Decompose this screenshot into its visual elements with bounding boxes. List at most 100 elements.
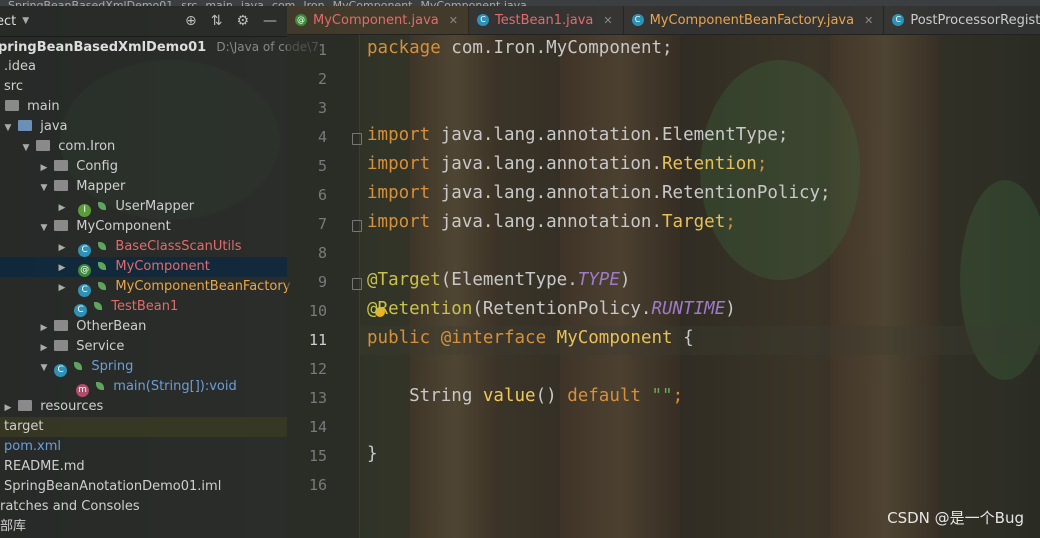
tree-item-class[interactable]: ▶ C MyComponentBeanFactory [0, 277, 290, 298]
code-line[interactable]: import java.lang.annotation.Retention; [367, 154, 767, 174]
spring-bean-icon [96, 382, 105, 390]
tree-item-package[interactable]: ▼ MyComponent [0, 217, 287, 237]
background-tree-trunk [830, 0, 940, 538]
tree-item-idea[interactable]: .idea [0, 57, 287, 77]
chevron-right-icon[interactable]: ▶ [56, 238, 68, 258]
tree-item-resources[interactable]: ▶ resources [0, 397, 287, 417]
project-panel-header: ect ▼ ⊕ ⇅ ⚙ — [0, 6, 287, 37]
tab-testbean1[interactable]: C TestBean1.java ✕ [469, 6, 624, 34]
class-icon: C [631, 14, 644, 26]
package-icon [54, 340, 69, 351]
tree-item-file[interactable]: README.md [0, 457, 287, 477]
chevron-right-icon[interactable]: ▶ [38, 158, 50, 178]
chevron-down-icon[interactable]: ▼ [38, 358, 50, 378]
line-number: 2 [317, 70, 327, 88]
annotation-icon: @ [295, 14, 307, 26]
project-panel-title[interactable]: ect [0, 14, 16, 29]
class-icon: C [78, 244, 92, 257]
chevron-right-icon[interactable]: ▶ [38, 318, 50, 338]
class-icon: C [892, 14, 905, 26]
line-number: 5 [317, 157, 327, 175]
collapse-icon[interactable]: ⇅ [211, 13, 223, 29]
code-line[interactable]: package com.Iron.MyComponent; [367, 38, 673, 58]
tab-mycomponent[interactable]: @ MyComponent.java ✕ [287, 6, 469, 34]
chevron-right-icon[interactable]: ▶ [38, 338, 50, 358]
class-icon: C [54, 364, 68, 377]
chevron-down-icon[interactable]: ▼ [22, 16, 29, 26]
code-line[interactable]: @Target(ElementType.TYPE) [367, 270, 630, 290]
chevron-down-icon[interactable]: ▼ [20, 138, 32, 158]
tree-item-package[interactable]: ▼ com.Iron [0, 137, 287, 157]
tree-item-method[interactable]: m main(String[]):void [0, 377, 287, 397]
line-number: 15 [308, 447, 327, 465]
chevron-down-icon[interactable]: ▼ [2, 118, 14, 138]
fold-marker-icon[interactable] [352, 133, 362, 145]
package-icon [36, 140, 51, 151]
chevron-right-icon[interactable]: ▶ [2, 398, 14, 418]
tree-item-package[interactable]: ▼ Mapper [0, 177, 287, 197]
chevron-right-icon[interactable]: ▶ [56, 258, 68, 278]
code-line[interactable]: import java.lang.annotation.Target; [367, 212, 736, 232]
code-line[interactable]: } [367, 444, 378, 464]
close-icon[interactable]: ✕ [603, 14, 612, 27]
method-icon: m [76, 384, 89, 397]
chevron-right-icon[interactable]: ▶ [56, 278, 68, 298]
tree-item-class[interactable]: C TestBean1 [0, 297, 287, 317]
code-line[interactable]: import java.lang.annotation.ElementType; [367, 125, 788, 145]
tab-postprocessorregistration[interactable]: C PostProcessorRegistrationDelega [884, 6, 1040, 34]
line-number: 1 [317, 41, 327, 59]
editor-tabs: @ MyComponent.java ✕ C TestBean1.java ✕ … [287, 6, 1040, 35]
chevron-down-icon[interactable]: ▼ [38, 218, 50, 238]
class-icon: C [476, 14, 489, 26]
folder-icon [18, 400, 33, 411]
fold-marker-icon[interactable] [352, 220, 362, 232]
tree-item-package[interactable]: ▶ Service [0, 337, 287, 357]
code-line[interactable]: @Retention(RetentionPolicy.RUNTIME) [367, 299, 736, 319]
line-number: 10 [308, 302, 327, 320]
tree-item-scratches[interactable]: ratches and Consoles [0, 497, 287, 517]
code-line-current[interactable]: public @interface MyComponent { [367, 328, 694, 348]
folder-icon [18, 120, 33, 131]
minimize-icon[interactable]: — [263, 13, 277, 29]
code-line[interactable]: String value() default ""; [367, 386, 683, 406]
line-number: 8 [317, 244, 327, 262]
line-number-current: 11 [308, 331, 327, 349]
line-number: 13 [308, 389, 327, 407]
tree-item-src[interactable]: src [0, 77, 287, 97]
background-tree-trunk [410, 0, 500, 538]
chevron-right-icon[interactable]: ▶ [56, 198, 68, 218]
line-number: 16 [308, 476, 327, 494]
interface-icon: I [78, 204, 92, 217]
code-line[interactable]: import java.lang.annotation.RetentionPol… [367, 183, 831, 203]
tree-item-module[interactable]: pringBeanBasedXmlDemo01 D:\Java of code\… [0, 37, 323, 57]
tree-item-main[interactable]: main [0, 97, 287, 117]
line-number: 12 [308, 360, 327, 378]
folder-icon [5, 100, 19, 111]
tree-item-package[interactable]: ▶ OtherBean [0, 317, 287, 337]
tab-mycomponentbeanfactory[interactable]: C MyComponentBeanFactory.java ✕ [624, 6, 885, 34]
tree-item-external-libraries[interactable]: 部库 [0, 517, 287, 537]
line-number: 7 [317, 215, 327, 233]
tree-item-class[interactable]: ▼ C Spring [0, 357, 287, 377]
package-icon [54, 220, 69, 231]
tree-item-interface[interactable]: ▶ I UserMapper [0, 197, 287, 217]
gear-icon[interactable]: ⚙ [236, 13, 249, 29]
close-icon[interactable]: ✕ [864, 14, 873, 27]
line-number: 9 [317, 273, 327, 291]
tree-item-file[interactable]: SpringBeanAnotationDemo01.iml [0, 477, 287, 497]
fold-marker-icon[interactable] [352, 278, 362, 290]
close-icon[interactable]: ✕ [449, 14, 458, 27]
project-panel: ect ▼ ⊕ ⇅ ⚙ — pringBeanBasedXmlDemo01 D:… [0, 6, 323, 538]
spring-bean-icon [74, 362, 83, 370]
tree-item-file[interactable]: pom.xml [0, 437, 287, 457]
target-icon[interactable]: ⊕ [185, 13, 197, 29]
chevron-down-icon[interactable]: ▼ [38, 178, 50, 198]
tree-item-package[interactable]: ▶ Config [0, 157, 287, 177]
tree-item-annotation-selected[interactable]: ▶ @ MyComponent [0, 257, 287, 277]
class-icon: C [74, 304, 87, 317]
tree-item-target[interactable]: target [0, 417, 287, 437]
tree-item-class[interactable]: ▶ C BaseClassScanUtils [0, 237, 287, 257]
tree-item-java[interactable]: ▼ java [0, 117, 287, 137]
background-tree-trunk [560, 0, 680, 538]
package-icon [54, 160, 69, 171]
